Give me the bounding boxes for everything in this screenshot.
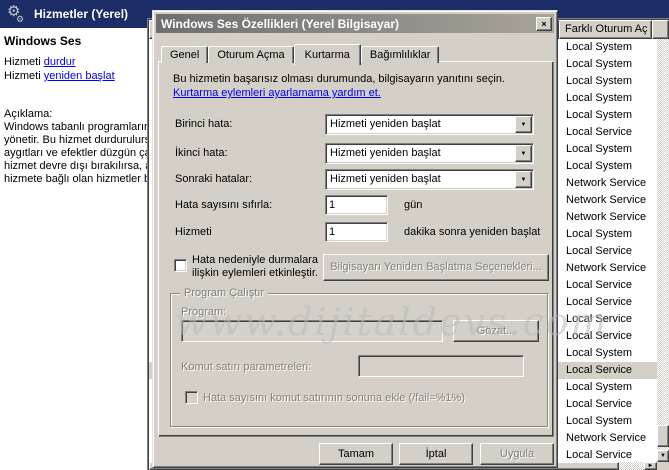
- services-gear-icon: ⚙⚙: [7, 4, 20, 19]
- apply-button[interactable]: Uygula: [480, 443, 554, 465]
- description-line: hizmet devre dışı bırakılırsa, açık: [4, 160, 148, 172]
- ok-button[interactable]: Tamam: [319, 443, 393, 465]
- first-failure-label: Birinci hata:: [175, 118, 232, 130]
- run-program-group-title: Program Çalıştır: [180, 287, 268, 299]
- tab-kurtarma[interactable]: Kurtarma: [294, 44, 361, 65]
- run-program-group: Program Çalıştır Program: Gözat... Komut…: [170, 293, 548, 427]
- subsequent-failures-select[interactable]: Hizmeti yeniden başlat ▼: [325, 169, 534, 190]
- tab-genel[interactable]: Genel: [161, 46, 208, 63]
- dialog-title: Windows Ses Özellikleri (Yerel Bilgisaya…: [156, 17, 536, 31]
- scroll-down-icon[interactable]: ▼: [657, 450, 669, 462]
- description-line: yönetir. Bu hizmet durdurulursa: [4, 134, 148, 146]
- append-fail-count-checkbox: [185, 391, 198, 404]
- dialog-titlebar: Windows Ses Özellikleri (Yerel Bilgisaya…: [156, 14, 554, 33]
- chevron-down-icon[interactable]: ▼: [515, 145, 532, 162]
- restart-service-after-label: Hizmeti: [175, 226, 212, 238]
- reset-fail-count-input[interactable]: [325, 195, 388, 215]
- restart-service-after-input[interactable]: [325, 222, 388, 242]
- column-header-filler: [652, 20, 669, 39]
- command-line-params-input: [358, 355, 524, 377]
- chevron-down-icon[interactable]: ▼: [515, 171, 532, 188]
- program-input: [181, 320, 443, 342]
- second-failure-value: Hizmeti yeniden başlat: [326, 144, 514, 163]
- browse-button: Gözat...: [453, 320, 539, 342]
- enable-actions-checkbox[interactable]: [174, 259, 187, 272]
- stop-service-link[interactable]: durdur: [44, 56, 76, 68]
- subsequent-failures-value: Hizmeti yeniden başlat: [326, 170, 514, 189]
- program-label: Program:: [181, 306, 226, 318]
- vertical-scrollbar[interactable]: ▼: [657, 39, 669, 462]
- cancel-button[interactable]: İptal: [399, 443, 473, 465]
- close-icon[interactable]: ×: [536, 17, 552, 31]
- chevron-down-icon[interactable]: ▼: [515, 116, 532, 133]
- scroll-right-icon[interactable]: ►: [644, 462, 657, 470]
- restart-prefix: Hizmeti: [4, 70, 44, 82]
- second-failure-label: İkinci hata:: [175, 147, 228, 159]
- stop-prefix: Hizmeti: [4, 56, 44, 68]
- intro-text: Bu hizmetin başarısız olması durumunda, …: [173, 73, 505, 85]
- scrollbar-corner: [657, 462, 669, 470]
- first-failure-select[interactable]: Hizmeti yeniden başlat ▼: [325, 114, 534, 135]
- subsequent-failures-label: Sonraki hatalar:: [175, 173, 252, 185]
- banner-title: Hizmetler (Yerel): [34, 7, 128, 21]
- restart-service-link[interactable]: yeniden başlat: [44, 70, 115, 82]
- description-line: Windows tabanlı programların se: [4, 121, 148, 133]
- recovery-help-link[interactable]: Kurtarma eylemleri ayarlamama yardım et.: [173, 87, 381, 99]
- description-line: hizmete bağlı olan hizmetler baş: [4, 173, 148, 185]
- second-failure-select[interactable]: Hizmeti yeniden başlat ▼: [325, 143, 534, 164]
- first-failure-value: Hizmeti yeniden başlat: [326, 115, 514, 134]
- tab-bagimliliklar[interactable]: Bağımlılıklar: [361, 46, 440, 63]
- restart-computer-options-button[interactable]: Bilgisayarı Yeniden Başlatma Seçenekleri…: [323, 254, 549, 281]
- enable-actions-label: Hata nedeniyle durmalara ilişkin eylemle…: [192, 254, 328, 280]
- description-label: Açıklama:: [4, 108, 52, 120]
- append-fail-count-label: Hata sayısını komut satırının sonuna ekl…: [203, 392, 533, 405]
- command-line-params-label: Komut satırı parametreleri:: [181, 361, 311, 373]
- tab-strip: Genel Oturum Açma Kurtarma Bağımlılıklar: [161, 42, 439, 63]
- restart-service-after-unit: dakika sonra yeniden başlat: [404, 226, 540, 238]
- recovery-tab-page: Bu hizmetin başarısız olması durumunda, …: [158, 61, 554, 437]
- service-restart-line: Hizmeti yeniden başlat: [4, 70, 115, 82]
- description-line: aygıtları ve efektler düzgün çalış: [4, 147, 148, 159]
- tab-oturum-acma[interactable]: Oturum Açma: [208, 46, 293, 63]
- reset-fail-count-label: Hata sayısını sıfırla:: [175, 199, 272, 211]
- vertical-scrollbar-thumb[interactable]: [657, 425, 669, 447]
- properties-dialog: Windows Ses Özellikleri (Yerel Bilgisaya…: [152, 10, 558, 468]
- recovery-intro: Bu hizmetin başarısız olması durumunda, …: [173, 72, 547, 100]
- column-header-logon-as[interactable]: Farklı Oturum Aç: [559, 20, 652, 39]
- service-name-heading: Windows Ses: [4, 34, 81, 48]
- reset-fail-count-unit: gün: [404, 199, 422, 211]
- service-stop-line: Hizmeti durdur: [4, 56, 76, 68]
